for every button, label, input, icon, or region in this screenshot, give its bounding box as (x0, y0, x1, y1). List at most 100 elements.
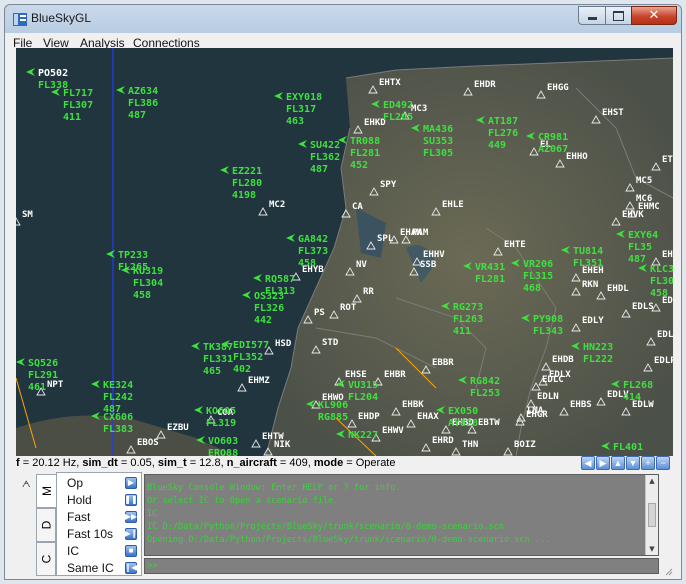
command-op[interactable]: Op ▶ (57, 475, 141, 493)
radar-map[interactable]: EHTXMC3EHKDSPYEHLESPLEHAMPAMEHHVNV SSBEHT… (16, 48, 673, 456)
aircraft-label: RG273 (453, 302, 483, 313)
waypoint-label: NV (356, 260, 367, 270)
aircraft-label: FL281 (350, 148, 380, 159)
close-button[interactable]: ✕ (631, 6, 677, 25)
aircraft-label: FL268 (623, 380, 653, 391)
scroll-up-icon[interactable]: ▲ (646, 475, 658, 487)
rewind-icon[interactable]: ❙◀ (125, 562, 137, 574)
command-same-ic[interactable]: Same IC ❙◀ (57, 560, 141, 578)
aircraft-label: 468 (523, 283, 541, 294)
status-part: sim_t (157, 457, 187, 469)
aircraft-label: HN223 (583, 342, 613, 353)
aircraft-label: FL326 (254, 303, 284, 314)
waypoint-label: EDLS (632, 302, 654, 312)
maximize-button[interactable] (605, 6, 632, 25)
aircraft-label: FL331 (203, 354, 233, 365)
waypoint-label: HSD (275, 339, 292, 349)
command-ic[interactable]: IC ■ (57, 543, 141, 561)
command-input[interactable]: >> (144, 558, 659, 574)
play-icon-glyph: ▶ (127, 478, 135, 487)
scroll-thumb[interactable] (648, 503, 656, 527)
aircraft-label: FL362 (310, 152, 340, 163)
sim-control-area: ᗅ M D C Op ▶ Hold ❚❚ Fast ▶▶ Fast 10s ▶❙ IC ■ Same… (16, 472, 673, 576)
aircraft-label: FL315 (523, 271, 553, 282)
waypoint-label: PAM (412, 228, 429, 238)
aircraft-label: KL906 (318, 400, 348, 411)
tab-m[interactable]: M (36, 474, 56, 508)
zoom-out-button[interactable]: − (656, 456, 670, 470)
zoom-in-button[interactable]: + (641, 456, 655, 470)
aircraft-label: RQ587 (265, 274, 295, 285)
aircraft-label: ERO88 (208, 448, 238, 456)
waypoint-label: EHVK (622, 210, 644, 220)
aircraft-label: FL343 (533, 326, 563, 337)
aircraft-label: TP233 (118, 250, 148, 261)
aircraft-label: 458 (650, 288, 668, 299)
command-panel: Op ▶ Hold ❚❚ Fast ▶▶ Fast 10s ▶❙ IC ■ Same IC ❙◀ (56, 472, 142, 576)
aircraft-label: FL307 (63, 100, 93, 111)
waypoint-label: EHGG (547, 83, 569, 93)
aircraft-label: 458 (133, 290, 151, 301)
console-line: IC (147, 509, 158, 519)
aircraft-label: FL222 (583, 354, 613, 365)
pin-icon[interactable]: ᗅ (22, 480, 30, 490)
aircraft-label: VU315 (348, 380, 378, 391)
status-part: mode (313, 457, 344, 469)
pan-left-button[interactable]: ◀ (581, 456, 595, 470)
console-scrollbar[interactable]: ▲ ▼ (645, 475, 658, 555)
tab-d-label: D (38, 520, 53, 530)
aircraft-label: 487 (128, 110, 146, 121)
waypoint-label: EHMZ (248, 376, 270, 386)
command-hold[interactable]: Hold ❚❚ (57, 492, 141, 510)
waypoint-label: ETWM (662, 155, 673, 165)
command-fast[interactable]: Fast ▶▶ (57, 509, 141, 527)
waypoint-label: EDLN (537, 392, 559, 402)
aircraft-label: FL319 (206, 418, 236, 429)
play-icon[interactable]: ▶ (125, 477, 137, 489)
waypoint-label: EHDL (607, 284, 629, 294)
waypoint-label: NPT (47, 380, 64, 390)
pan-right-button[interactable]: ▶ (596, 456, 610, 470)
pause-icon[interactable]: ❚❚ (124, 494, 138, 506)
aircraft-label: MA436 (423, 124, 453, 135)
tab-c[interactable]: C (36, 542, 56, 576)
waypoint-label: SPY (380, 180, 397, 190)
command-fast-10s[interactable]: Fast 10s ▶❙ (57, 526, 141, 544)
pan-up-button[interactable]: ▲ (611, 456, 625, 470)
waypoint-label: EHDR (474, 80, 496, 90)
title-bar[interactable]: BlueSkyGL ✕ (5, 5, 681, 33)
aircraft-label: TK387 (203, 342, 233, 353)
skip-forward-icon[interactable]: ▶❙ (125, 528, 137, 540)
status-bar: f = 20.12 Hz, sim_dt = 0.05, sim_t = 12.… (16, 456, 673, 472)
waypoint-label: EDLY (582, 316, 604, 326)
aircraft-label: 411 (63, 112, 81, 123)
stop-icon[interactable]: ■ (125, 545, 137, 557)
nav-buttons: ◀ ▶ ▲ ▼ + − (581, 456, 671, 470)
aircraft-label: FL717 (63, 88, 93, 99)
status-part: = 409, (276, 457, 314, 469)
waypoint-label: EHSE (345, 370, 367, 380)
pan-down-button[interactable]: ▼ (626, 456, 640, 470)
aircraft-label: FL253 (470, 388, 500, 399)
console-window[interactable]: Opening D:/Data/Python/Projects/BlueSky/… (144, 474, 659, 556)
scroll-down-icon[interactable]: ▼ (646, 543, 658, 555)
fast-forward-icon[interactable]: ▶▶ (125, 511, 137, 523)
waypoint-label: EBBR (432, 358, 454, 368)
radar-display[interactable]: EHTX MC3 EHKD SPY EHLE SPL EHAM PAM EHHV NV SSB EHT… (16, 48, 673, 456)
skip-forward-icon-glyph: ▶❙ (124, 529, 138, 538)
command-label: Fast (67, 510, 91, 524)
resize-grip-icon[interactable] (663, 566, 673, 576)
waypoint-label: EHRD (432, 436, 454, 446)
waypoint-label: SSB (420, 260, 437, 270)
rewind-icon-glyph: ❙◀ (124, 563, 138, 572)
aircraft-label: AT187 (488, 116, 518, 127)
waypoint-label: EHBR (384, 370, 406, 380)
pause-icon-glyph: ❚❚ (124, 495, 138, 504)
aircraft-label: FL304 (133, 278, 163, 289)
aircraft-label: FL351 (573, 258, 603, 269)
aircraft-label: FL205 (383, 112, 413, 123)
aircraft-label: FL291 (28, 370, 58, 381)
tab-d[interactable]: D (36, 508, 56, 542)
minimize-button[interactable] (578, 6, 606, 25)
aircraft-label: FL383 (103, 424, 133, 435)
